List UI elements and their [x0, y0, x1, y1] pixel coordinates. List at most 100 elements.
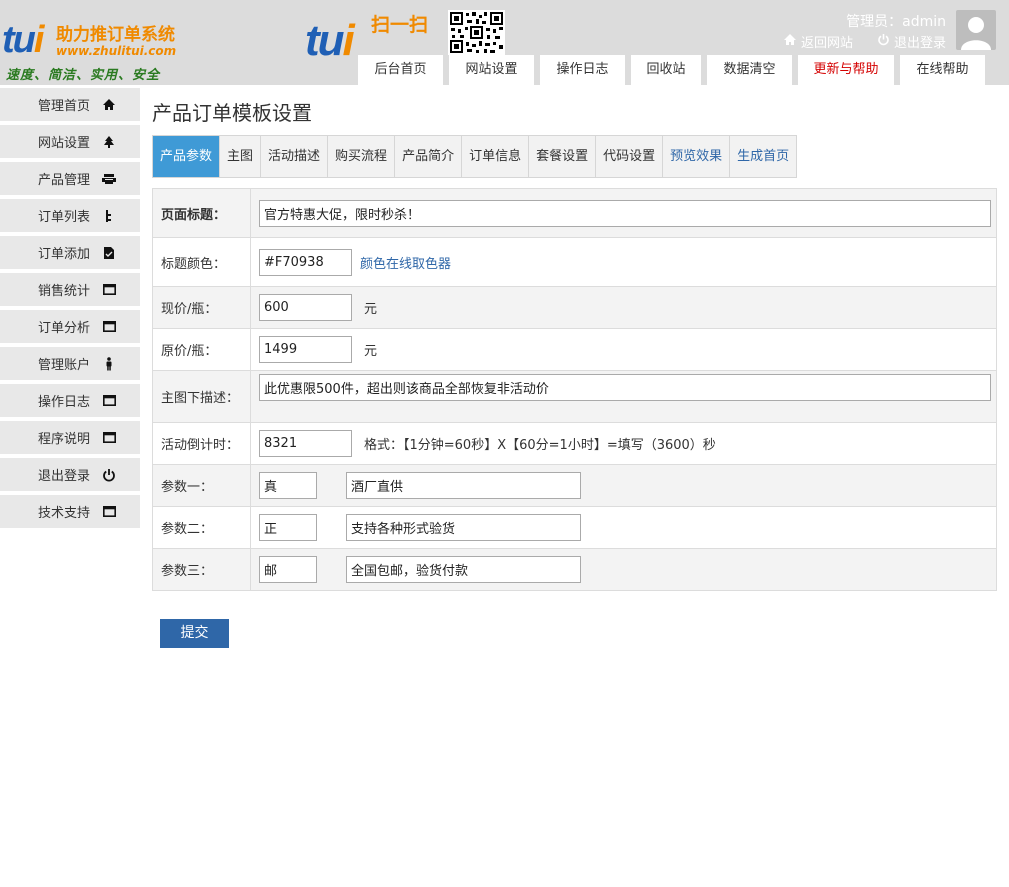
- original-price-input[interactable]: 1499: [259, 336, 352, 363]
- logo-slogan: 速度、简洁、实用、安全: [6, 68, 161, 83]
- page-title-label: 页面标题：: [153, 189, 251, 237]
- sidebar-item-label: 管理账户: [37, 358, 90, 373]
- form-row-current-price: 现价/瓶： 600 元: [152, 287, 997, 329]
- list-icon: [102, 209, 116, 223]
- header: tui 助力推订单系统 www.zhulitui.com 速度、简洁、实用、安全…: [0, 0, 1009, 85]
- admin-label: 管理员：admin: [846, 14, 946, 30]
- sidebar-item-operation-log[interactable]: 操作日志: [0, 384, 140, 417]
- countdown-input[interactable]: 8321: [259, 430, 352, 457]
- param1-value-input[interactable]: 酒厂直供: [346, 472, 581, 499]
- tab-package-settings[interactable]: 套餐设置: [529, 136, 597, 177]
- scan-text: 扫一扫: [371, 14, 429, 36]
- window-icon: [102, 320, 116, 334]
- topnav-updates-help[interactable]: 更新与帮助: [798, 55, 894, 85]
- logo-url: www.zhulitui.com: [56, 44, 177, 58]
- form-row-param1: 参数一： 真 酒厂直供: [152, 465, 997, 507]
- sidebar-item-dashboard[interactable]: 管理首页: [0, 88, 140, 121]
- current-price-input[interactable]: 600: [259, 294, 352, 321]
- sidebar-item-sales-stats[interactable]: 销售统计: [0, 273, 140, 306]
- window-icon: [102, 394, 116, 408]
- countdown-label: 活动倒计时：: [153, 423, 251, 464]
- sidebar-item-order-list[interactable]: 订单列表: [0, 199, 140, 232]
- submit-button[interactable]: 提交: [160, 619, 229, 648]
- form-row-original-price: 原价/瓶： 1499 元: [152, 329, 997, 371]
- color-picker-link[interactable]: 颜色在线取色器: [360, 253, 451, 272]
- home-icon: [783, 33, 797, 50]
- sidebar-item-label: 订单分析: [37, 321, 90, 336]
- sidebar-item-tech-support[interactable]: 技术支持: [0, 495, 140, 528]
- scan-brand: tui: [305, 16, 355, 65]
- product-params-form: 页面标题： 官方特惠大促，限时秒杀！ 标题颜色： #F70938 颜色在线取色器…: [152, 188, 997, 591]
- window-icon: [102, 283, 116, 297]
- form-row-description: 主图下描述： 此优惠限500件，超出则该商品全部恢复非活动价: [152, 371, 997, 423]
- param3-value-input[interactable]: 全国包邮，验货付款: [346, 556, 581, 583]
- top-nav: 后台首页 网站设置 操作日志 回收站 数据清空 更新与帮助 在线帮助: [358, 55, 985, 85]
- countdown-hint: 格式：【1分钟=60秒】X【60分=1小时】=填写（3600）秒: [364, 438, 716, 453]
- sidebar-item-label: 操作日志: [37, 395, 90, 410]
- sidebar-item-site-settings[interactable]: 网站设置: [0, 125, 140, 158]
- param2-key-input[interactable]: 正: [259, 514, 317, 541]
- param2-label: 参数二：: [153, 507, 251, 548]
- topnav-online-help[interactable]: 在线帮助: [900, 55, 985, 85]
- sidebar-item-label: 产品管理: [37, 173, 90, 188]
- tab-activity-desc[interactable]: 活动描述: [261, 136, 329, 177]
- tab-purchase-flow[interactable]: 购买流程: [328, 136, 396, 177]
- sidebar-item-label: 退出登录: [37, 469, 90, 484]
- topnav-recycle-bin[interactable]: 回收站: [631, 55, 701, 85]
- description-textarea[interactable]: 此优惠限500件，超出则该商品全部恢复非活动价: [259, 374, 991, 401]
- sidebar-item-label: 技术支持: [37, 506, 90, 521]
- tab-code-settings[interactable]: 代码设置: [596, 136, 664, 177]
- sub-tabs: 产品参数 主图 活动描述 购买流程 产品简介 订单信息 套餐设置 代码设置 预览…: [152, 135, 798, 178]
- form-row-title-color: 标题颜色： #F70938 颜色在线取色器: [152, 238, 997, 287]
- logout-link[interactable]: 退出登录: [877, 32, 946, 51]
- site-logo[interactable]: tui 助力推订单系统 www.zhulitui.com 速度、简洁、实用、安全: [0, 14, 210, 84]
- param3-label: 参数三：: [153, 549, 251, 590]
- param1-label: 参数一：: [153, 465, 251, 506]
- sidebar-item-admin-accounts[interactable]: 管理账户: [0, 347, 140, 380]
- logo-title: 助力推订单系统: [56, 25, 175, 45]
- window-icon: [102, 431, 116, 445]
- tab-product-intro[interactable]: 产品简介: [395, 136, 463, 177]
- param3-key-input[interactable]: 邮: [259, 556, 317, 583]
- param2-value-input[interactable]: 支持各种形式验货: [346, 514, 581, 541]
- sidebar-item-label: 网站设置: [37, 136, 90, 151]
- tab-main-image[interactable]: 主图: [220, 136, 262, 177]
- avatar[interactable]: [956, 10, 996, 50]
- sidebar-item-product-management[interactable]: 产品管理: [0, 162, 140, 195]
- topnav-site-settings[interactable]: 网站设置: [449, 55, 534, 85]
- topnav-operation-log[interactable]: 操作日志: [540, 55, 625, 85]
- form-row-param2: 参数二： 正 支持各种形式验货: [152, 507, 997, 549]
- sidebar-item-label: 管理首页: [37, 99, 90, 114]
- sidebar: 管理首页 网站设置 产品管理 订单列表 订单添加 销售统计 订单分析 管理账户 …: [0, 88, 140, 532]
- settings-icon: [102, 135, 116, 149]
- form-row-countdown: 活动倒计时： 8321 格式：【1分钟=60秒】X【60分=1小时】=填写（36…: [152, 423, 997, 465]
- sidebar-item-order-analysis[interactable]: 订单分析: [0, 310, 140, 343]
- param1-key-input[interactable]: 真: [259, 472, 317, 499]
- sidebar-item-program-notes[interactable]: 程序说明: [0, 421, 140, 454]
- description-label: 主图下描述：: [153, 371, 251, 422]
- original-price-label: 原价/瓶：: [153, 329, 251, 370]
- return-site-label: 返回网站: [800, 36, 853, 51]
- page-title-input[interactable]: 官方特惠大促，限时秒杀！: [259, 199, 991, 227]
- sidebar-item-label: 程序说明: [37, 432, 90, 447]
- sidebar-item-label: 订单列表: [37, 210, 90, 225]
- tab-generate-homepage[interactable]: 生成首页: [730, 136, 796, 177]
- topnav-clear-data[interactable]: 数据清空: [707, 55, 792, 85]
- title-color-input[interactable]: #F70938: [259, 248, 352, 276]
- sidebar-item-logout[interactable]: 退出登录: [0, 458, 140, 491]
- tab-product-params[interactable]: 产品参数: [153, 136, 221, 177]
- power-icon: [102, 468, 116, 482]
- add-doc-icon: [102, 246, 116, 260]
- sidebar-item-add-order[interactable]: 订单添加: [0, 236, 140, 269]
- currency-unit: 元: [364, 344, 378, 359]
- tab-preview[interactable]: 预览效果: [663, 136, 731, 177]
- logo-brand: tui: [2, 19, 44, 61]
- home-icon: [102, 98, 116, 112]
- page-title: 产品订单模板设置: [152, 101, 312, 125]
- sidebar-item-label: 销售统计: [37, 284, 90, 299]
- tab-order-info[interactable]: 订单信息: [462, 136, 530, 177]
- return-site-link[interactable]: 返回网站: [783, 32, 853, 51]
- logout-label: 退出登录: [893, 36, 946, 51]
- topnav-home[interactable]: 后台首页: [358, 55, 443, 85]
- sidebar-item-label: 订单添加: [37, 247, 90, 262]
